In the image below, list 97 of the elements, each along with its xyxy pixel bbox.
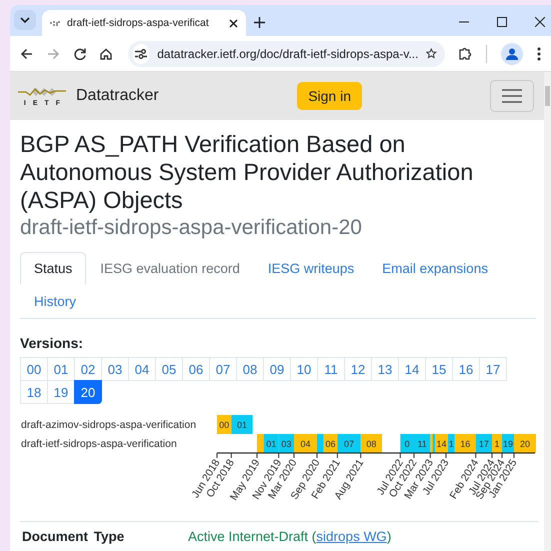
- version-link[interactable]: 15: [425, 357, 453, 381]
- address-bar[interactable]: datatracker.ietf.org/doc/draft-ietf-sidrops-aspa-v...: [128, 40, 445, 66]
- revision-number: 01: [236, 420, 247, 430]
- version-link[interactable]: 10: [290, 357, 318, 381]
- version-link[interactable]: 00: [20, 357, 48, 381]
- tab-link[interactable]: Email expansions: [368, 252, 502, 285]
- revision-bar[interactable]: [278, 434, 294, 453]
- version-link[interactable]: 07: [209, 357, 237, 381]
- version-link[interactable]: 09: [263, 357, 291, 381]
- profile-avatar[interactable]: [501, 42, 523, 64]
- chevron-down-icon: [20, 17, 30, 23]
- versions-label: Versions:: [20, 335, 84, 351]
- version-link[interactable]: 17: [479, 357, 507, 381]
- draft-name: draft-azimov-sidrops-aspa-verification: [21, 419, 196, 431]
- revision-bar[interactable]: [454, 434, 476, 453]
- tab-link[interactable]: IESG writeups: [254, 252, 368, 285]
- revision-bar[interactable]: [492, 434, 502, 453]
- star-icon[interactable]: [426, 47, 437, 60]
- revision-bar[interactable]: [414, 434, 430, 453]
- more-vertical-icon[interactable]: [537, 46, 541, 60]
- field-label: Document Type: [22, 529, 126, 544]
- draft-name: draft-ietf-sidrops-aspa-verification: [21, 438, 177, 450]
- revision-number: 17: [478, 439, 489, 449]
- version-link[interactable]: 06: [182, 357, 210, 381]
- version-link[interactable]: 16: [452, 357, 480, 381]
- revision-number: 07: [344, 439, 354, 449]
- tab-search-button[interactable]: [14, 10, 36, 30]
- puzzle-piece-icon[interactable]: [459, 47, 472, 60]
- tune-icon[interactable]: [135, 48, 148, 58]
- revision-bar[interactable]: [324, 434, 338, 453]
- revision-bar[interactable]: [400, 434, 414, 453]
- forward-arrow-icon: [47, 48, 60, 60]
- revision-bar[interactable]: [514, 434, 536, 453]
- revision-number: 00: [219, 420, 230, 430]
- revision-number: 14: [436, 439, 447, 449]
- sign-in-button[interactable]: Sign in: [297, 82, 362, 110]
- browser-tab[interactable]: draft-ietf-sidrops-aspa-verificat: [42, 10, 246, 36]
- revision-number: 01: [266, 439, 276, 449]
- plus-icon[interactable]: [254, 17, 265, 28]
- revision-bar[interactable]: [294, 434, 317, 453]
- version-link[interactable]: 08: [236, 357, 264, 381]
- revision-bar[interactable]: [337, 434, 361, 453]
- wave-logo-icon: [18, 85, 66, 99]
- revision-bar[interactable]: [476, 434, 492, 453]
- revision-number: 1: [494, 439, 500, 449]
- maximize-icon[interactable]: [497, 17, 507, 27]
- version-link[interactable]: 13: [371, 357, 399, 381]
- dotted-favicon-icon: [50, 19, 60, 27]
- version-link[interactable]: 03: [101, 357, 129, 381]
- version-link[interactable]: 14: [398, 357, 426, 381]
- revision-bar[interactable]: [430, 434, 433, 453]
- menu-button[interactable]: [490, 80, 534, 112]
- revision-bar[interactable]: [257, 434, 264, 453]
- tab-title: draft-ietf-sidrops-aspa-verificat: [67, 17, 210, 29]
- revision-number: 1: [448, 439, 454, 449]
- document-title: BGP AS_PATH Verification Based on Autonomous System Provider Authorization (ASPA) Objects: [20, 130, 474, 214]
- revision-bar[interactable]: [264, 434, 279, 453]
- revision-bar[interactable]: [360, 434, 382, 453]
- revision-bar[interactable]: [317, 434, 324, 453]
- revision-number: 06: [326, 439, 336, 449]
- version-link[interactable]: 05: [155, 357, 183, 381]
- revision-bar[interactable]: [217, 415, 232, 434]
- home-icon[interactable]: [100, 48, 112, 60]
- revision-bar[interactable]: [432, 434, 436, 453]
- revision-bar[interactable]: [231, 415, 253, 434]
- revision-number: 11: [417, 439, 427, 449]
- minimize-icon[interactable]: [459, 21, 469, 23]
- revision-number: 20: [520, 439, 530, 449]
- version-link[interactable]: 11: [317, 357, 345, 381]
- close-icon[interactable]: [535, 17, 545, 27]
- revision-bar[interactable]: [502, 434, 514, 453]
- version-link[interactable]: 04: [128, 357, 156, 381]
- revision-bar[interactable]: [435, 434, 448, 453]
- close-icon[interactable]: [229, 18, 238, 28]
- version-link[interactable]: 12: [344, 357, 372, 381]
- revision-number: 16: [460, 439, 470, 449]
- version-link[interactable]: 20: [74, 380, 102, 404]
- revision-number: 08: [366, 439, 376, 449]
- document-name: draft-ietf-sidrops-aspa-verification-20: [20, 215, 363, 241]
- revision-number: 19: [503, 439, 513, 449]
- scrollbar-thumb[interactable]: [545, 86, 550, 106]
- reload-icon[interactable]: [74, 48, 86, 60]
- field-value: Active Internet-Draft (sidrops WG): [188, 529, 392, 544]
- person-icon: [506, 48, 518, 60]
- tab-link[interactable]: History: [20, 285, 90, 318]
- revision-number: 03: [281, 439, 292, 449]
- version-link[interactable]: 18: [20, 380, 48, 404]
- tab-label: IESG evaluation record: [99, 260, 241, 278]
- back-arrow-icon[interactable]: [20, 48, 33, 60]
- url-text: datatracker.ietf.org/doc/draft-ietf-sidrops-aspa-v...: [157, 46, 418, 60]
- scrollbar[interactable]: [544, 72, 551, 551]
- group-link[interactable]: sidrops WG: [316, 529, 387, 544]
- revision-number: 04: [300, 439, 310, 449]
- revision-number: 0: [404, 439, 410, 449]
- site-name[interactable]: Datatracker: [76, 87, 159, 105]
- tab[interactable]: Status: [20, 252, 86, 285]
- menu-icon: [502, 89, 522, 103]
